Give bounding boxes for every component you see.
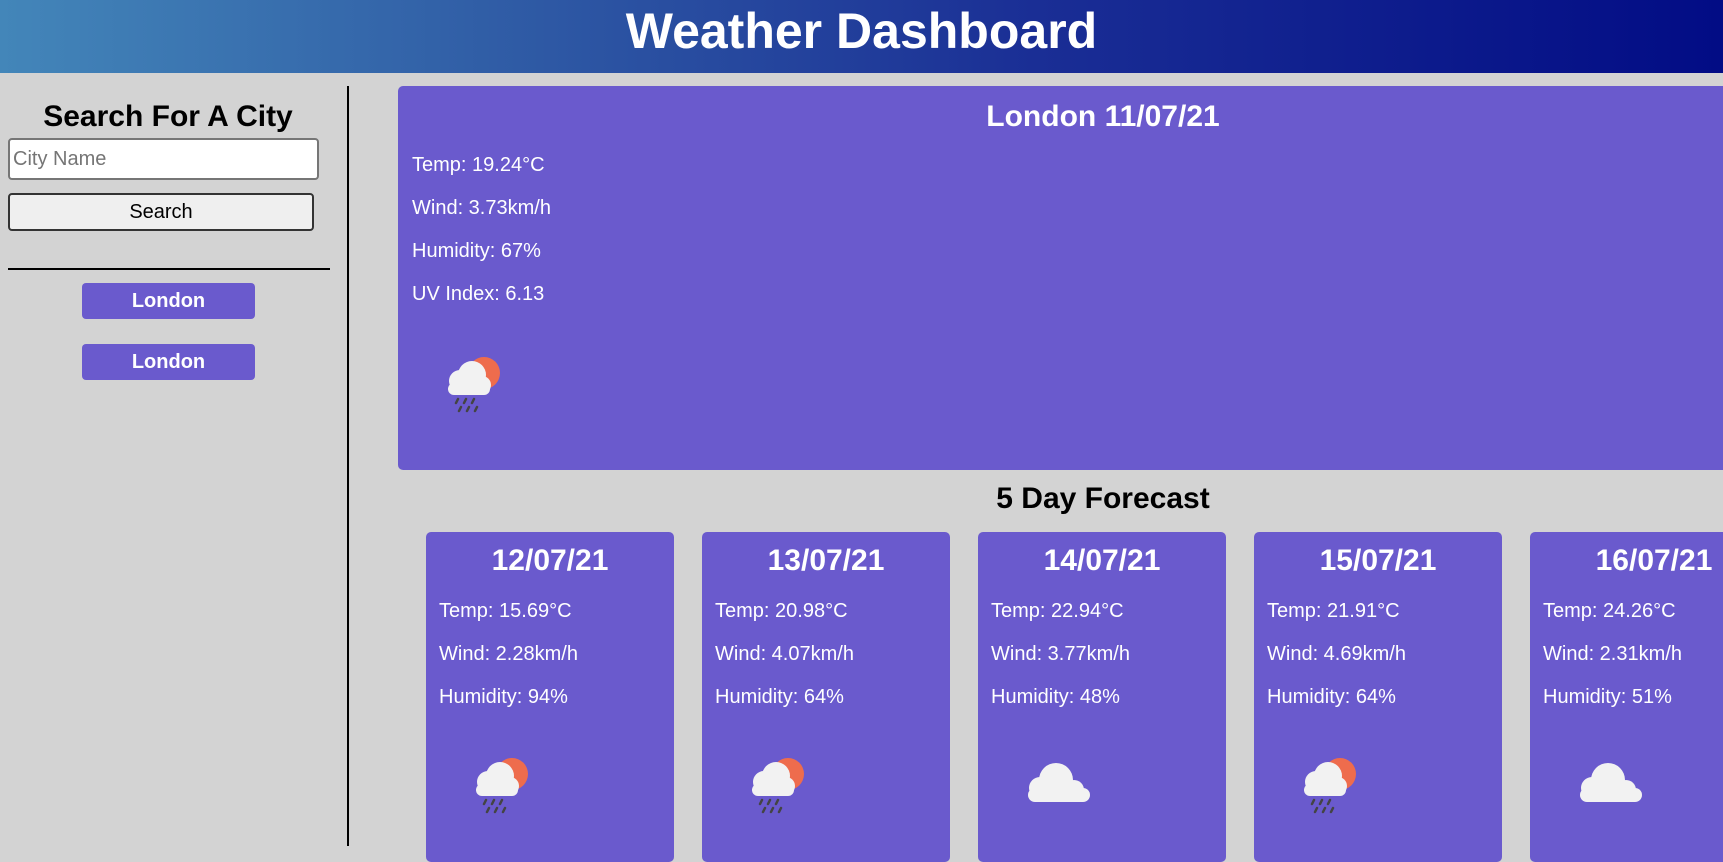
forecast-wind: Wind: 2.31km/h <box>1543 643 1682 665</box>
forecast-card: 13/07/21 Temp: 20.98°C Wind: 4.07km/h Hu… <box>702 532 950 862</box>
forecast-wind: Wind: 4.69km/h <box>1267 643 1406 665</box>
search-button[interactable]: Search <box>8 193 314 231</box>
rain-sun-cloud-icon <box>446 355 502 413</box>
forecast-humidity: Humidity: 51% <box>1543 686 1672 708</box>
forecast-temp: Temp: 21.91°C <box>1267 600 1400 622</box>
forecast-wind: Wind: 4.07km/h <box>715 643 854 665</box>
rain-sun-cloud-icon <box>474 756 530 814</box>
forecast-temp: Temp: 24.26°C <box>1543 600 1676 622</box>
forecast-temp: Temp: 20.98°C <box>715 600 848 622</box>
sidebar-divider <box>8 268 330 270</box>
rain-sun-cloud-icon <box>750 756 806 814</box>
forecast-humidity: Humidity: 64% <box>715 686 844 708</box>
cloud-icon <box>1028 763 1090 802</box>
forecast-date: 13/07/21 <box>767 544 885 577</box>
forecast-date: 12/07/21 <box>491 544 609 577</box>
forecast-card: 12/07/21 Temp: 15.69°C Wind: 2.28km/h Hu… <box>426 532 674 862</box>
forecast-temp: Temp: 15.69°C <box>439 600 572 622</box>
rain-sun-cloud-icon <box>1302 756 1358 814</box>
forecast-title: 5 Day Forecast <box>996 482 1210 515</box>
header: Weather Dashboard <box>0 0 1723 73</box>
forecast-wind: Wind: 3.77km/h <box>991 643 1130 665</box>
forecast-temp: Temp: 22.94°C <box>991 600 1124 622</box>
forecast-humidity: Humidity: 48% <box>991 686 1120 708</box>
search-title: Search For A City <box>43 100 293 133</box>
current-city-title: London 11/07/21 <box>986 100 1220 133</box>
current-weather-card: London 11/07/21 Temp: 19.24°C Wind: 3.73… <box>398 86 1723 470</box>
forecast-card: 16/07/21 Temp: 24.26°C Wind: 2.31km/h Hu… <box>1530 532 1723 862</box>
forecast-wind: Wind: 2.28km/h <box>439 643 578 665</box>
history-city-button[interactable]: London <box>82 283 255 319</box>
current-uv-index: UV Index: 6.13 <box>412 283 545 305</box>
city-search-input[interactable] <box>8 138 319 180</box>
page-title: Weather Dashboard <box>625 2 1098 59</box>
forecast-date: 14/07/21 <box>1043 544 1161 577</box>
forecast-date: 16/07/21 <box>1595 544 1713 577</box>
forecast-humidity: Humidity: 94% <box>439 686 568 708</box>
forecast-date: 15/07/21 <box>1319 544 1437 577</box>
current-temp: Temp: 19.24°C <box>412 154 545 176</box>
forecast-card: 15/07/21 Temp: 21.91°C Wind: 4.69km/h Hu… <box>1254 532 1502 862</box>
sidebar: Search For A City Search London London <box>0 86 349 846</box>
current-humidity: Humidity: 67% <box>412 240 541 262</box>
forecast-card: 14/07/21 Temp: 22.94°C Wind: 3.77km/h Hu… <box>978 532 1226 862</box>
current-wind: Wind: 3.73km/h <box>412 197 551 219</box>
forecast-humidity: Humidity: 64% <box>1267 686 1396 708</box>
cloud-icon <box>1580 763 1642 802</box>
history-city-button[interactable]: London <box>82 344 255 380</box>
